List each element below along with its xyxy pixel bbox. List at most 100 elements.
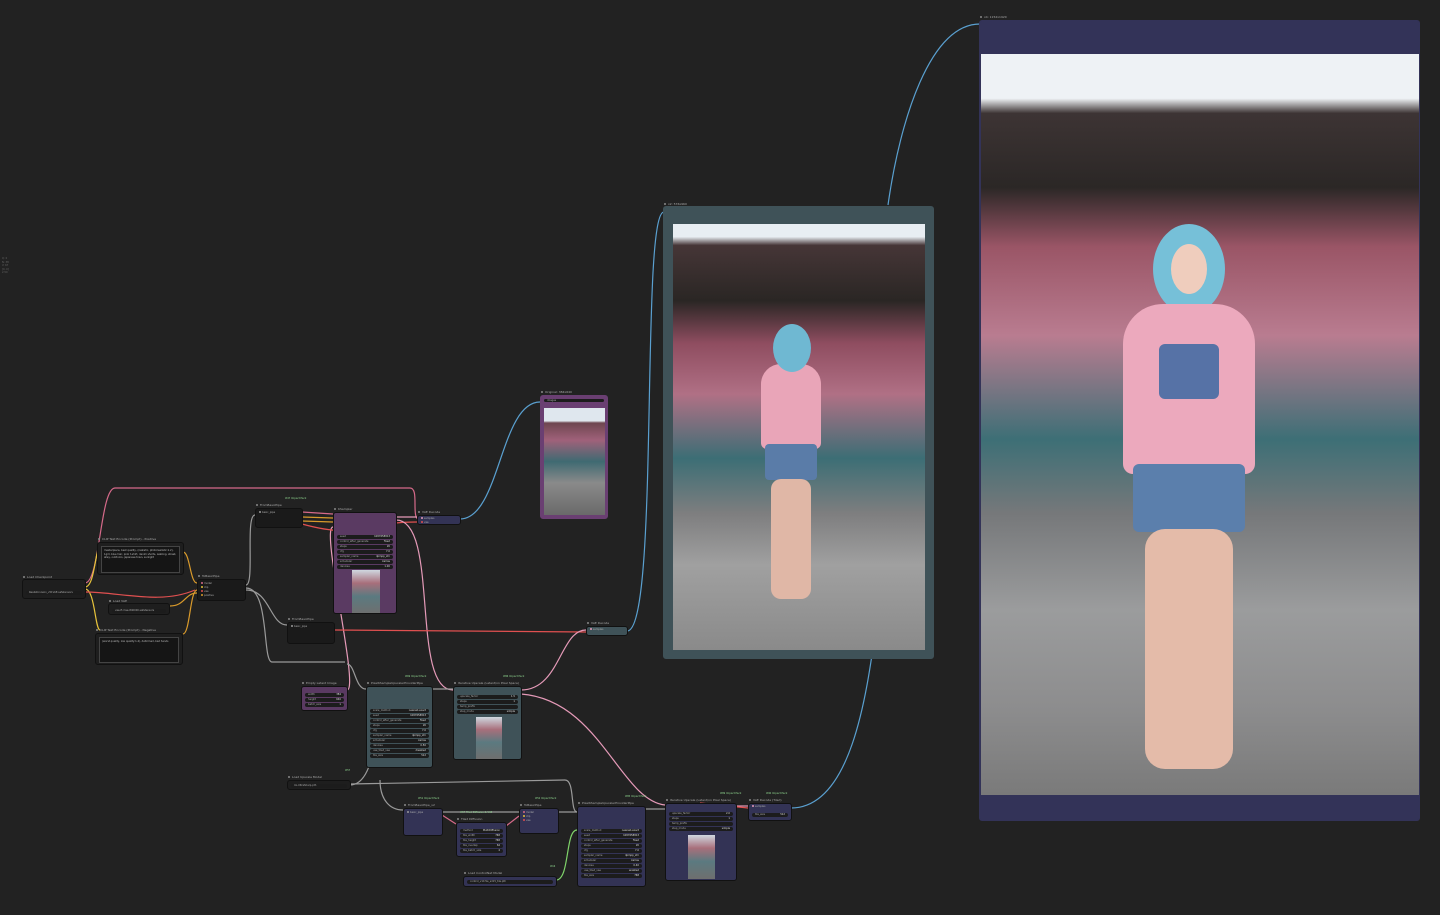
node-iterative-upscale-2[interactable]: upscale_factor 2.0 steps 1 temp_prefix ste…	[665, 803, 737, 881]
node-title: Load ControlNet Model	[463, 869, 502, 877]
ckpt-name-value: Realisticvision_v51VAE.safetensors	[29, 591, 73, 594]
widget-steps[interactable]: steps 1	[457, 700, 518, 704]
widget-control[interactable]: control_after_generate fixed	[370, 719, 429, 723]
node-from-basic-pipe-2[interactable]: basic_pipe	[287, 622, 335, 644]
slot-positive[interactable]: positive	[200, 594, 214, 598]
widget-tile-size[interactable]: tile_size 512	[752, 813, 788, 817]
widget-value: 0.50	[420, 744, 426, 747]
widget-control[interactable]: control_after_generate fixed	[337, 540, 393, 544]
node-upscaler-provider-1[interactable]: scale_method nearest-exact seed 1087658813…	[366, 686, 433, 768]
widget-tile-batch[interactable]: tile_batch_size 4	[460, 849, 503, 853]
mid-image-thumb[interactable]	[673, 224, 925, 650]
node-preview-mid[interactable]	[663, 206, 934, 659]
widget-label: sampler_name	[340, 555, 359, 558]
widget-cfg[interactable]: cfg 7.0	[370, 729, 429, 733]
widget-label: control_after_generate	[340, 540, 369, 543]
widget-cfg[interactable]: cfg 7.0	[337, 550, 393, 554]
widget-label: scheduler	[340, 560, 353, 563]
node-upscaler-provider-2[interactable]: scale_method nearest-exact seed 1087658813…	[577, 806, 646, 887]
node-title: Load VAE	[108, 597, 127, 605]
node-load-controlnet[interactable]: control_v11f1e_sd15_tile.pth	[463, 876, 557, 887]
node-to-basic-pipe[interactable]: model clip vae positive	[197, 579, 246, 601]
widget-seed[interactable]: seed 1087658813	[337, 535, 393, 539]
ckpt-name-widget[interactable]: Realisticvision_v51VAE.safetensors	[26, 591, 82, 595]
node-empty-latent[interactable]: width 384 height 640 batch_size 1	[301, 686, 348, 711]
slot-basic-pipe[interactable]: basic_pipe	[290, 625, 307, 629]
node-from-basic-pipe-1[interactable]: basic_pipe	[255, 508, 303, 528]
slot-samples[interactable]: samples	[751, 805, 765, 809]
slot-basic-pipe[interactable]: basic_pipe	[258, 511, 275, 515]
node-tag: #86 Impact Pack	[503, 675, 525, 678]
widget-seed[interactable]: seed 1087658813	[581, 834, 642, 838]
node-load-checkpoint[interactable]: Realisticvision_v51VAE.safetensors	[22, 579, 86, 599]
controlnet-widget[interactable]: control_v11f1e_sd15_tile.pth	[467, 880, 553, 884]
original-image-thumb[interactable]	[544, 408, 605, 515]
widget-tiled-vae[interactable]: use_tiled_vae enabled	[581, 869, 642, 873]
negative-prompt-textarea[interactable]: (worst quality, low quality:1.4), deform…	[99, 637, 179, 663]
node-ksampler[interactable]: seed 1087658813 control_after_generate fix…	[333, 512, 397, 614]
slot-vae[interactable]: vae	[420, 521, 429, 524]
widget-control[interactable]: control_after_generate fixed	[581, 839, 642, 843]
node-from-basic-pipe-3[interactable]: basic_pipe	[403, 808, 443, 836]
slot-basic-pipe[interactable]: basic_pipe	[406, 811, 423, 815]
widget-denoise[interactable]: denoise 0.40	[581, 864, 642, 868]
node-clip-positive[interactable]: masterpiece, best quality, (realistic, p…	[97, 542, 184, 575]
widget-upscale-factor[interactable]: upscale_factor 1.5	[457, 695, 518, 699]
widget-scheduler[interactable]: scheduler karras	[581, 859, 642, 863]
widget-value: 768	[495, 839, 500, 842]
node-vae-decode-2[interactable]: samples	[586, 626, 628, 636]
widget-height[interactable]: height 640	[305, 698, 344, 702]
final-image[interactable]	[981, 54, 1419, 795]
widget-tile-overlap[interactable]: tile_overlap 64	[460, 844, 503, 848]
widget-sampler[interactable]: sampler_name dpmpp_2m	[337, 555, 393, 559]
widget-scale-method[interactable]: scale_method nearest-exact	[370, 709, 429, 713]
widget-seed[interactable]: seed 1087658813	[370, 714, 429, 718]
widget-scale-method[interactable]: scale_method nearest-exact	[581, 829, 642, 833]
positive-prompt-textarea[interactable]: masterpiece, best quality, (realistic, p…	[101, 546, 180, 573]
widget-tile-size[interactable]: tile_size 768	[581, 874, 642, 878]
widget-sampler[interactable]: sampler_name dpmpp_2m	[581, 854, 642, 858]
widget-value: 2.0	[726, 812, 730, 815]
node-iterative-upscale-1[interactable]: upscale_factor 1.5 steps 1 temp_prefix ste…	[453, 686, 522, 760]
widget-scheduler[interactable]: scheduler karras	[370, 739, 429, 743]
widget-steps[interactable]: steps 20	[581, 844, 642, 848]
widget-upscale-factor[interactable]: upscale_factor 2.0	[669, 812, 733, 816]
ksampler-preview-thumb	[352, 570, 380, 613]
node-vae-decode-tiled[interactable]: samples tile_size 512	[748, 803, 792, 821]
node-tiled-diffusion[interactable]: method MultiDiffusion tile_width 768 tile_…	[456, 822, 507, 857]
widget-steps[interactable]: steps 1	[669, 817, 733, 821]
widget-batch[interactable]: batch_size 1	[305, 703, 344, 707]
node-load-upscale-model[interactable]: 4x-UltraSharp.pth	[287, 780, 351, 790]
widget-tile-width[interactable]: tile_width 768	[460, 834, 503, 838]
node-preview-final[interactable]	[979, 20, 1420, 821]
widget-method[interactable]: method MultiDiffusion	[460, 829, 503, 833]
widget-temp-prefix[interactable]: temp_prefix	[669, 822, 733, 826]
slot-samples[interactable]: samples	[589, 628, 603, 632]
widget-tile-size[interactable]: tile_size 512	[370, 754, 429, 758]
widget-denoise[interactable]: denoise 1.00	[337, 565, 393, 569]
widget-sampler[interactable]: sampler_name dpmpp_2m	[370, 734, 429, 738]
widget-label: width	[308, 693, 315, 696]
widget-label: denoise	[373, 744, 383, 747]
widget-temp-prefix[interactable]: temp_prefix	[457, 705, 518, 709]
widget-value: simple	[721, 827, 730, 830]
widget-step-mode[interactable]: step_mode simple	[669, 827, 733, 831]
node-preview-original[interactable]: images	[540, 395, 608, 519]
node-vae-decode-1[interactable]: samples vae	[417, 515, 461, 525]
widget-steps[interactable]: steps 20	[337, 545, 393, 549]
widget-scheduler[interactable]: scheduler karras	[337, 560, 393, 564]
slot-vae[interactable]: vae	[522, 819, 531, 823]
node-clip-negative[interactable]: (worst quality, low quality:1.4), deform…	[95, 633, 183, 665]
widget-width[interactable]: width 384	[305, 693, 344, 697]
node-graph-canvas[interactable]: Q: 0 N: 38 V: 67 [0, 0] 2.50 Realisticvi…	[0, 0, 1440, 915]
widget-cfg[interactable]: cfg 7.0	[581, 849, 642, 853]
widget-denoise[interactable]: denoise 0.50	[370, 744, 429, 748]
node-to-basic-pipe-2[interactable]: model clip vae	[519, 808, 559, 834]
widget-steps[interactable]: steps 20	[370, 724, 429, 728]
widget-tiled-vae[interactable]: use_tiled_vae disabled	[370, 749, 429, 753]
widget-value: 7.0	[386, 550, 390, 553]
widget-tile-height[interactable]: tile_height 768	[460, 839, 503, 843]
vae-name-widget[interactable]: vae-ft-mse-840000.safetensors	[112, 609, 166, 613]
widget-step-mode[interactable]: step_mode simple	[457, 710, 518, 714]
upscale-model-widget[interactable]: 4x-UltraSharp.pth	[291, 784, 347, 788]
